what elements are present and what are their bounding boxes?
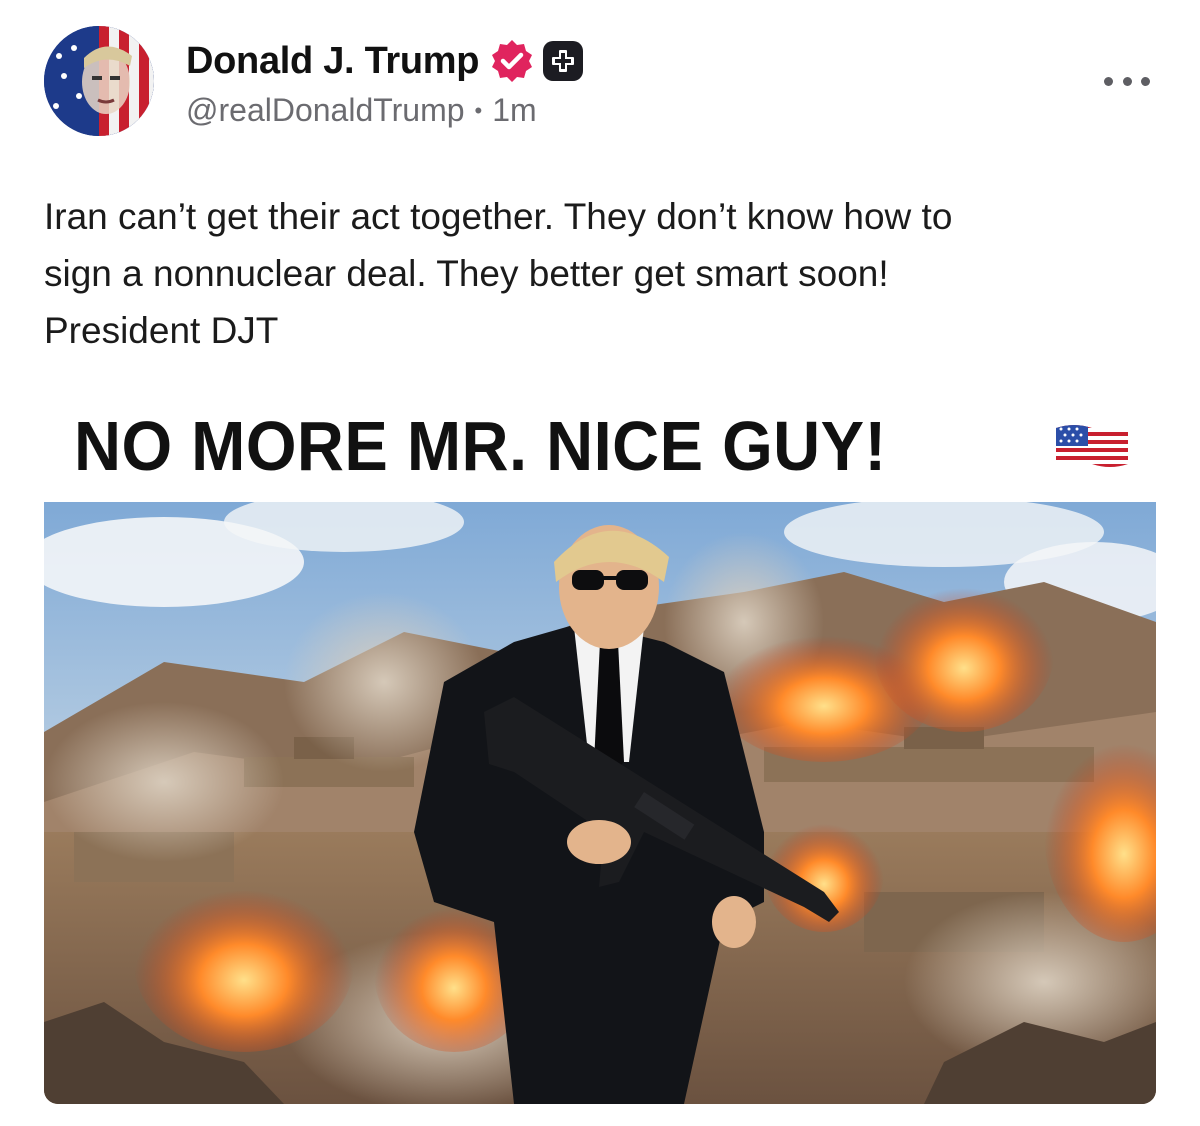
banner-text: NO MORE MR. NICE GUY! [74, 407, 887, 485]
media-banner: NO MORE MR. NICE GUY! [44, 392, 1156, 502]
media-photo [44, 502, 1156, 1104]
post-text-line: President DJT [44, 310, 279, 351]
author-display-name[interactable]: Donald J. Trump [186, 40, 480, 83]
post-media[interactable]: NO MORE MR. NICE GUY! [44, 392, 1156, 1104]
more-dot [1122, 76, 1132, 86]
more-dot [1104, 76, 1113, 86]
author-meta-row: @realDonaldTrump • 1m [186, 92, 537, 129]
meta-separator: • [474, 97, 483, 123]
more-dot [1141, 76, 1150, 86]
post-card: Donald J. Trump @realDonaldTrump • 1m Ir… [0, 0, 1200, 1126]
post-body: Iran can’t get their act together. They … [44, 188, 1154, 359]
author-avatar[interactable] [44, 26, 154, 136]
more-options-icon[interactable] [1104, 66, 1150, 96]
author-name-row: Donald J. Trump [186, 36, 584, 86]
post-text-line: sign a nonnuclear deal. They better get … [44, 253, 889, 294]
avatar-image [44, 26, 154, 136]
post-text-line: Iran can’t get their act together. They … [44, 196, 953, 237]
verified-badge-icon [489, 38, 535, 84]
author-handle[interactable]: @realDonaldTrump [186, 92, 465, 129]
post-timestamp[interactable]: 1m [492, 92, 536, 129]
us-flag-emoji [1056, 425, 1128, 467]
plus-badge-icon [543, 41, 584, 81]
